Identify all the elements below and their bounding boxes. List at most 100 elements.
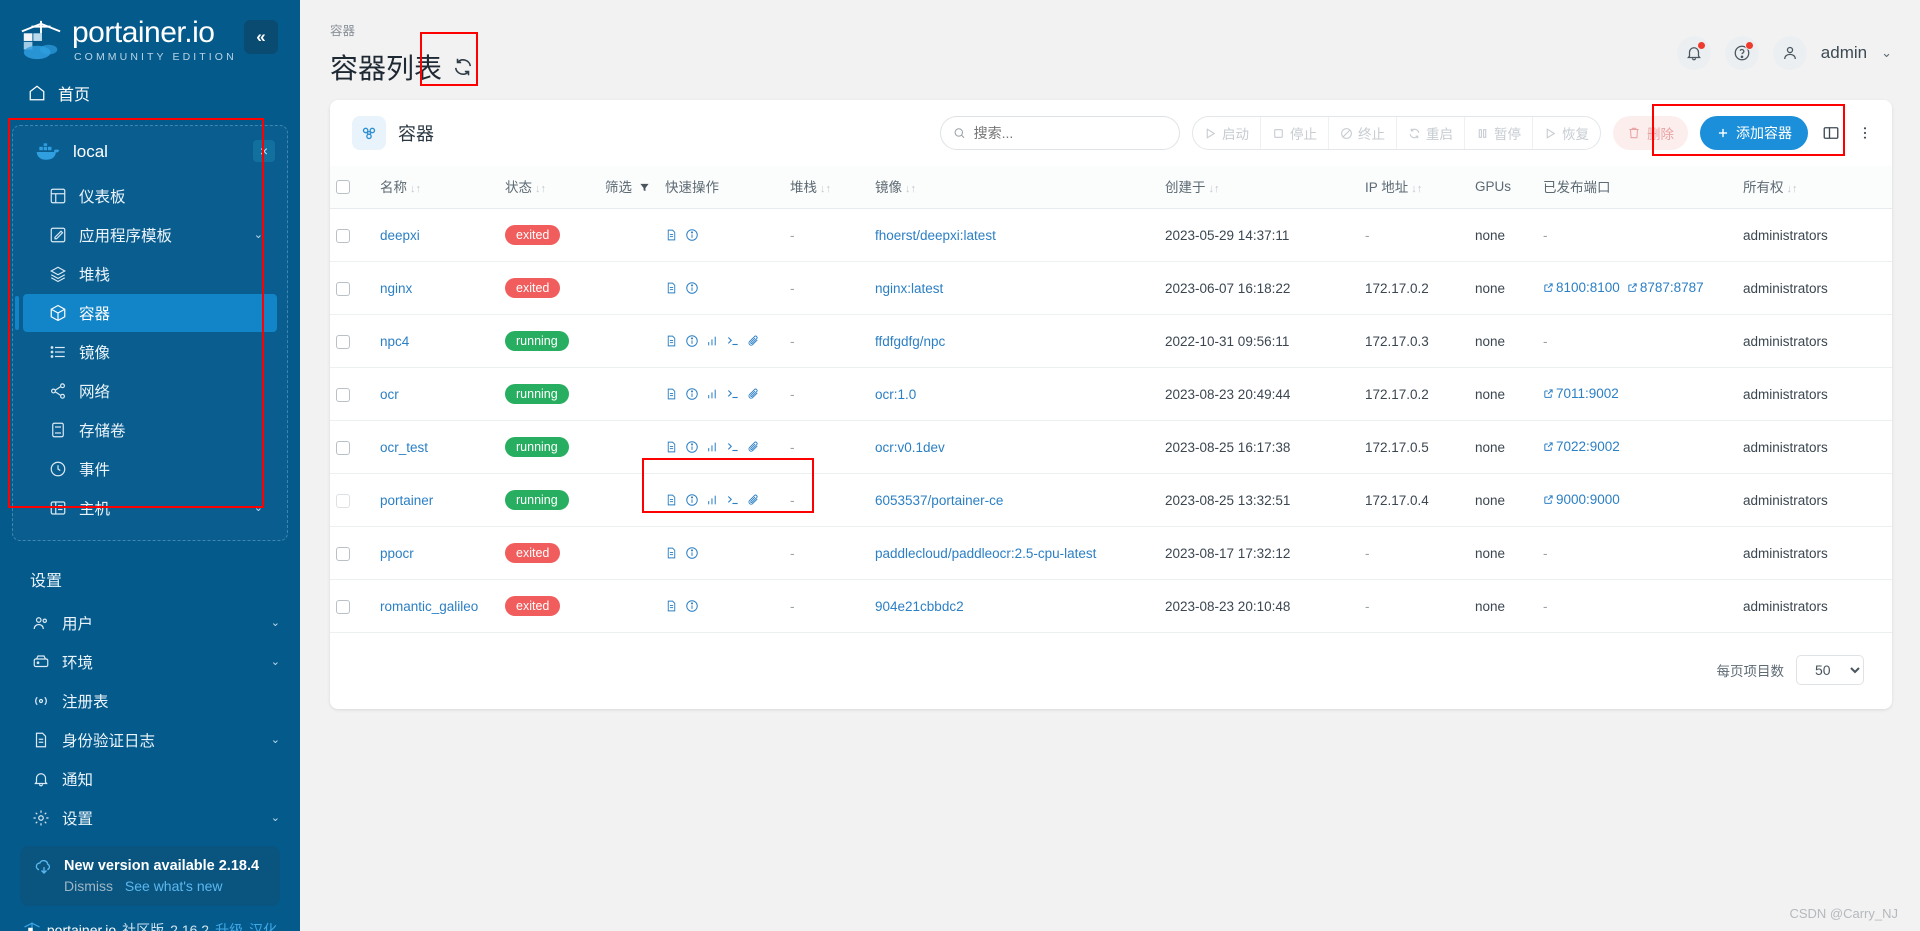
restart-button[interactable]: 重启 bbox=[1397, 117, 1465, 149]
sidebar-item-environments[interactable]: 环境 ⌄ bbox=[6, 643, 294, 681]
logs-icon[interactable] bbox=[665, 493, 678, 507]
console-terminal-icon[interactable] bbox=[726, 440, 740, 454]
delete-button[interactable]: 删除 bbox=[1613, 116, 1688, 150]
whats-new-link[interactable]: See what's new bbox=[125, 878, 223, 894]
sidebar-item-home[interactable]: 首页 bbox=[0, 67, 300, 119]
sidebar-item-registries[interactable]: 注册表 bbox=[6, 682, 294, 720]
sidebar-item-host[interactable]: 主机 ⌄ bbox=[23, 489, 277, 527]
attach-paperclip-icon[interactable] bbox=[747, 334, 760, 348]
sidebar-item-networks[interactable]: 网络 bbox=[23, 372, 277, 410]
sidebar-item-stacks[interactable]: 堆栈 bbox=[23, 255, 277, 293]
image-link[interactable]: 6053537/portainer-ce bbox=[875, 493, 1003, 508]
stats-chart-icon[interactable] bbox=[706, 440, 719, 454]
inspect-info-icon[interactable] bbox=[685, 599, 699, 613]
column-image[interactable]: 镜像 ↓↑ bbox=[869, 166, 1159, 209]
image-link[interactable]: nginx:latest bbox=[875, 281, 943, 296]
sidebar-item-dashboard[interactable]: 仪表板 bbox=[23, 177, 277, 215]
sidebar-item-containers[interactable]: 容器 bbox=[15, 293, 277, 332]
refresh-icon[interactable] bbox=[452, 56, 474, 78]
row-checkbox[interactable] bbox=[336, 334, 350, 349]
console-terminal-icon[interactable] bbox=[726, 387, 740, 401]
items-per-page-select[interactable]: 102550100 bbox=[1796, 655, 1864, 685]
sidebar-item-images[interactable]: 镜像 bbox=[23, 333, 277, 371]
logs-icon[interactable] bbox=[665, 387, 678, 401]
container-name-link[interactable]: nginx bbox=[380, 281, 412, 296]
published-port-link[interactable]: 7011:9002 bbox=[1543, 386, 1619, 401]
logs-icon[interactable] bbox=[665, 599, 678, 613]
stats-chart-icon[interactable] bbox=[706, 387, 719, 401]
sidebar-collapse-button[interactable]: « bbox=[244, 20, 278, 54]
inspect-info-icon[interactable] bbox=[685, 334, 699, 348]
environment-close-button[interactable]: × bbox=[253, 139, 275, 162]
container-name-link[interactable]: npc4 bbox=[380, 334, 409, 349]
row-checkbox[interactable] bbox=[336, 440, 350, 455]
kill-button[interactable]: 终止 bbox=[1329, 117, 1397, 149]
row-checkbox[interactable] bbox=[336, 387, 350, 402]
search-input[interactable] bbox=[973, 125, 1167, 141]
logs-icon[interactable] bbox=[665, 228, 678, 242]
stop-button[interactable]: 停止 bbox=[1261, 117, 1329, 149]
add-container-button[interactable]: 添加容器 bbox=[1700, 116, 1808, 150]
table-row[interactable]: ocr_test running - ocr:v0.1dev 2023-08-25 16… bbox=[330, 420, 1892, 474]
stats-chart-icon[interactable] bbox=[706, 493, 719, 507]
inspect-info-icon[interactable] bbox=[685, 228, 699, 242]
sidebar-item-events[interactable]: 事件 bbox=[23, 450, 277, 488]
pause-button[interactable]: 暂停 bbox=[1465, 117, 1533, 149]
notifications-button[interactable] bbox=[1676, 36, 1711, 70]
table-row[interactable]: ocr running - ocr:1.0 2023-08-23 20:49:44 172… bbox=[330, 367, 1892, 421]
published-port-link[interactable]: 7022:9002 bbox=[1543, 439, 1620, 454]
inspect-info-icon[interactable] bbox=[685, 281, 699, 295]
sidebar-item-notifications[interactable]: 通知 bbox=[6, 760, 294, 798]
sidebar-item-volumes[interactable]: 存储卷 bbox=[23, 411, 277, 449]
start-button[interactable]: 启动 bbox=[1193, 117, 1261, 149]
console-terminal-icon[interactable] bbox=[726, 493, 740, 507]
container-name-link[interactable]: ppocr bbox=[380, 546, 414, 561]
chevron-down-icon[interactable]: ⌄ bbox=[1881, 45, 1892, 61]
attach-paperclip-icon[interactable] bbox=[747, 493, 760, 507]
container-name-link[interactable]: romantic_galileo bbox=[380, 599, 478, 614]
image-link[interactable]: 904e21cbbdc2 bbox=[875, 599, 964, 614]
dismiss-update-link[interactable]: Dismiss bbox=[64, 878, 113, 894]
image-link[interactable]: paddlecloud/paddleocr:2.5-cpu-latest bbox=[875, 546, 1096, 561]
console-terminal-icon[interactable] bbox=[726, 334, 740, 348]
logs-icon[interactable] bbox=[665, 281, 678, 295]
image-link[interactable]: fhoerst/deepxi:latest bbox=[875, 228, 996, 243]
attach-paperclip-icon[interactable] bbox=[747, 440, 760, 454]
footer-locale-link[interactable]: 汉化 bbox=[249, 920, 277, 931]
breadcrumb[interactable]: 容器 bbox=[330, 12, 474, 39]
table-row[interactable]: romantic_galileo exited - 904e21cbbdc2 2023-… bbox=[330, 579, 1892, 633]
container-name-link[interactable]: portainer bbox=[380, 493, 433, 508]
table-row[interactable]: nginx exited - nginx:latest 2023-06-07 16:18… bbox=[330, 261, 1892, 315]
search-box[interactable] bbox=[940, 116, 1180, 150]
row-checkbox[interactable] bbox=[336, 281, 350, 296]
inspect-info-icon[interactable] bbox=[685, 387, 699, 401]
column-created[interactable]: 创建于 ↓↑ bbox=[1159, 166, 1359, 209]
container-name-link[interactable]: deepxi bbox=[380, 228, 420, 243]
sidebar-item-settings[interactable]: 设置 ⌄ bbox=[6, 799, 294, 837]
help-button[interactable] bbox=[1724, 36, 1759, 70]
row-checkbox[interactable] bbox=[336, 228, 350, 243]
table-row[interactable]: portainer running - 6053537/portainer-ce 202… bbox=[330, 473, 1892, 527]
stats-chart-icon[interactable] bbox=[706, 334, 719, 348]
inspect-info-icon[interactable] bbox=[685, 440, 699, 454]
container-name-link[interactable]: ocr_test bbox=[380, 440, 428, 455]
columns-icon[interactable] bbox=[1820, 122, 1842, 144]
resume-button[interactable]: 恢复 bbox=[1533, 117, 1600, 149]
sidebar-item-users[interactable]: 用户 ⌄ bbox=[6, 604, 294, 642]
attach-paperclip-icon[interactable] bbox=[747, 387, 760, 401]
logs-icon[interactable] bbox=[665, 334, 678, 348]
logs-icon[interactable] bbox=[665, 546, 678, 560]
image-link[interactable]: ocr:v0.1dev bbox=[875, 440, 945, 455]
row-checkbox[interactable] bbox=[336, 546, 350, 561]
table-row[interactable]: npc4 running - ffdfgdfg/npc 2022-10-31 09:56… bbox=[330, 314, 1892, 368]
column-name[interactable]: 名称 ↓↑ bbox=[374, 166, 499, 209]
published-port-link[interactable]: 8787:8787 bbox=[1627, 280, 1704, 295]
column-ownership[interactable]: 所有权 ↓↑ bbox=[1737, 166, 1892, 209]
column-filter[interactable]: 筛选 bbox=[599, 166, 659, 209]
logs-icon[interactable] bbox=[665, 440, 678, 454]
sidebar-environment-header[interactable]: local × bbox=[17, 136, 283, 176]
column-state[interactable]: 状态 ↓↑ bbox=[499, 166, 599, 209]
more-options-button[interactable] bbox=[1854, 122, 1876, 144]
column-stack[interactable]: 堆栈 ↓↑ bbox=[784, 166, 869, 209]
footer-upgrade-link[interactable]: 升级 bbox=[215, 920, 243, 931]
